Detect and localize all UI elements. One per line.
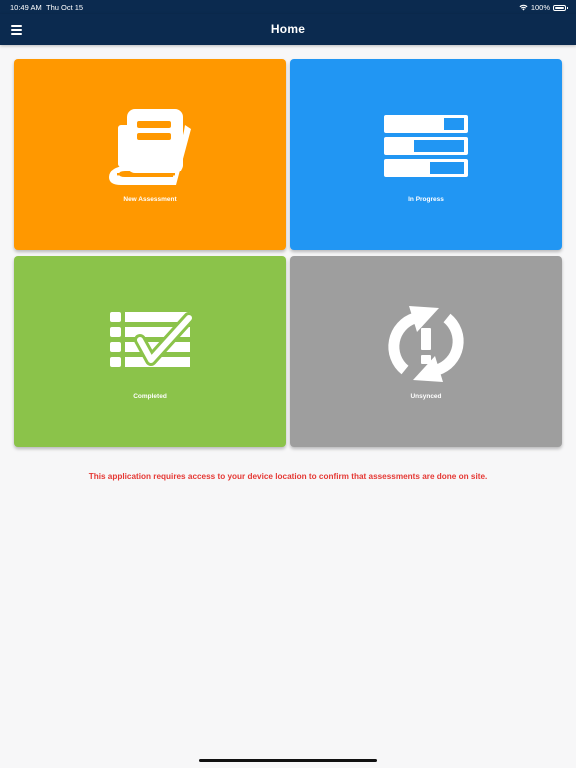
tile-label: Completed bbox=[133, 393, 167, 400]
battery-percent: 100% bbox=[530, 3, 550, 12]
nav-bar: Home bbox=[0, 14, 576, 45]
sync-alert-icon bbox=[388, 306, 464, 382]
tile-label: In Progress bbox=[408, 196, 444, 203]
in-progress-tile[interactable]: In Progress bbox=[290, 59, 562, 250]
status-date: Thu Oct 15 bbox=[46, 3, 84, 12]
status-time: 10:49 AM bbox=[10, 3, 42, 12]
tile-label: Unsynced bbox=[410, 393, 442, 400]
page-title: Home bbox=[270, 22, 306, 36]
completed-tile[interactable]: Completed bbox=[14, 256, 286, 447]
status-bar: 10:49 AM Thu Oct 15 100% bbox=[0, 0, 576, 14]
book-icon bbox=[109, 109, 191, 185]
new-assessment-tile[interactable]: New Assessment bbox=[14, 59, 286, 250]
status-indicators: 100% bbox=[519, 3, 568, 12]
progress-bars-icon bbox=[384, 115, 468, 177]
battery-icon bbox=[553, 4, 568, 11]
tile-label: New Assessment bbox=[123, 196, 177, 203]
unsynced-tile[interactable]: Unsynced bbox=[290, 256, 562, 447]
home-indicator[interactable] bbox=[199, 759, 377, 762]
wifi-icon bbox=[519, 4, 528, 11]
location-permission-notice: This application requires access to your… bbox=[88, 472, 488, 481]
checklist-icon bbox=[110, 312, 193, 367]
